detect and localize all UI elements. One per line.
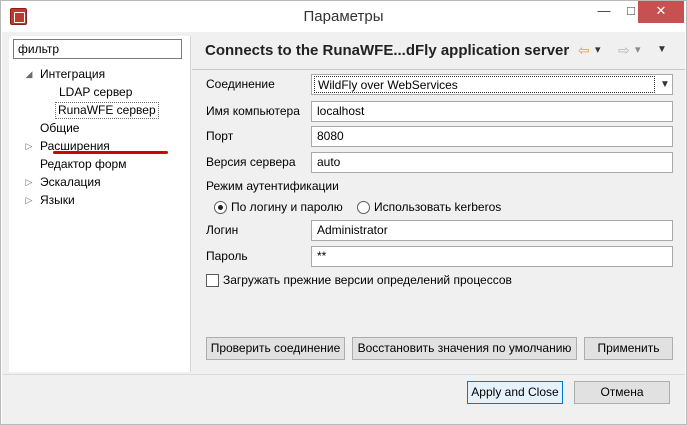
collapsed-arrow-icon[interactable]: ▷ xyxy=(24,174,34,191)
title-bar: Параметры — □ ✕ xyxy=(1,1,686,32)
port-input[interactable]: 8080 xyxy=(311,126,673,147)
view-menu-icon[interactable]: ▼ xyxy=(657,41,667,59)
tree-item-label: Интеграция xyxy=(40,67,106,81)
forward-arrow-icon[interactable]: ⇨ xyxy=(618,41,630,59)
tree-item-label: LDAP сервер xyxy=(59,85,133,99)
tree-item-label: RunaWFE сервер xyxy=(55,102,159,119)
tree-item-label: Языки xyxy=(40,193,75,207)
auth-kerberos-radio[interactable] xyxy=(357,201,370,214)
preferences-dialog: Параметры — □ ✕ ◢ Интеграция LDAP сервер… xyxy=(0,0,687,425)
connection-select-value: WildFly over WebServices xyxy=(314,76,655,93)
close-button[interactable]: ✕ xyxy=(638,1,684,23)
restore-defaults-button[interactable]: Восстановить значения по умолчанию xyxy=(352,337,577,360)
connection-select[interactable]: WildFly over WebServices ▼ xyxy=(311,74,673,95)
window-title: Параметры xyxy=(303,8,384,25)
preferences-tree-pane: ◢ Интеграция LDAP сервер RunaWFE сервер … xyxy=(9,36,191,372)
dialog-content: ◢ Интеграция LDAP сервер RunaWFE сервер … xyxy=(2,32,685,374)
page-title: Connects to the RunaWFE...dFly applicati… xyxy=(205,42,570,59)
port-label: Порт xyxy=(206,129,234,143)
auth-login-radio[interactable] xyxy=(214,201,227,214)
page-navigation: ⇦ ▾ ⇨ ▾ ▼ xyxy=(578,41,678,61)
login-label: Логин xyxy=(206,223,239,237)
apply-button[interactable]: Применить xyxy=(584,337,673,360)
back-menu-icon[interactable]: ▾ xyxy=(595,41,601,59)
host-label: Имя компьютера xyxy=(206,104,300,118)
auth-login-label[interactable]: По логину и паролю xyxy=(231,197,343,218)
expanded-arrow-icon[interactable]: ◢ xyxy=(24,66,34,83)
minimize-button[interactable]: — xyxy=(590,1,618,23)
forward-menu-icon[interactable]: ▾ xyxy=(635,41,641,59)
filter-input[interactable] xyxy=(13,39,182,59)
tree-item-label: Эскалация xyxy=(40,175,101,189)
auth-kerberos-label[interactable]: Использовать kerberos xyxy=(374,197,501,218)
chevron-down-icon[interactable]: ▼ xyxy=(658,75,672,94)
tree-item-label: Общие xyxy=(40,121,80,135)
annotation-underline xyxy=(53,151,168,154)
apply-and-close-button[interactable]: Apply and Close xyxy=(467,381,563,404)
login-input[interactable]: Administrator xyxy=(311,220,673,241)
auth-mode-label: Режим аутентификации xyxy=(206,179,339,193)
cancel-button[interactable]: Отмена xyxy=(574,381,670,404)
server-version-input[interactable]: auto xyxy=(311,152,673,173)
dialog-button-bar: Apply and Close Отмена xyxy=(2,374,685,424)
collapsed-arrow-icon[interactable]: ▷ xyxy=(24,138,34,155)
preference-page: Connects to the RunaWFE...dFly applicati… xyxy=(192,32,685,374)
load-previous-versions-checkbox[interactable] xyxy=(206,274,219,287)
back-arrow-icon[interactable]: ⇦ xyxy=(578,41,590,59)
host-input[interactable]: localhost xyxy=(311,101,673,122)
connection-label: Соединение xyxy=(206,77,275,91)
load-previous-versions-label[interactable]: Загружать прежние версии определений про… xyxy=(223,270,512,291)
check-connection-button[interactable]: Проверить соединение xyxy=(206,337,345,360)
tree-item-label: Редактор форм xyxy=(40,157,127,171)
server-version-label: Версия сервера xyxy=(206,155,296,169)
collapsed-arrow-icon[interactable]: ▷ xyxy=(24,192,34,209)
password-input[interactable]: ** xyxy=(311,246,673,267)
page-header-divider xyxy=(192,69,685,70)
password-label: Пароль xyxy=(206,249,248,263)
